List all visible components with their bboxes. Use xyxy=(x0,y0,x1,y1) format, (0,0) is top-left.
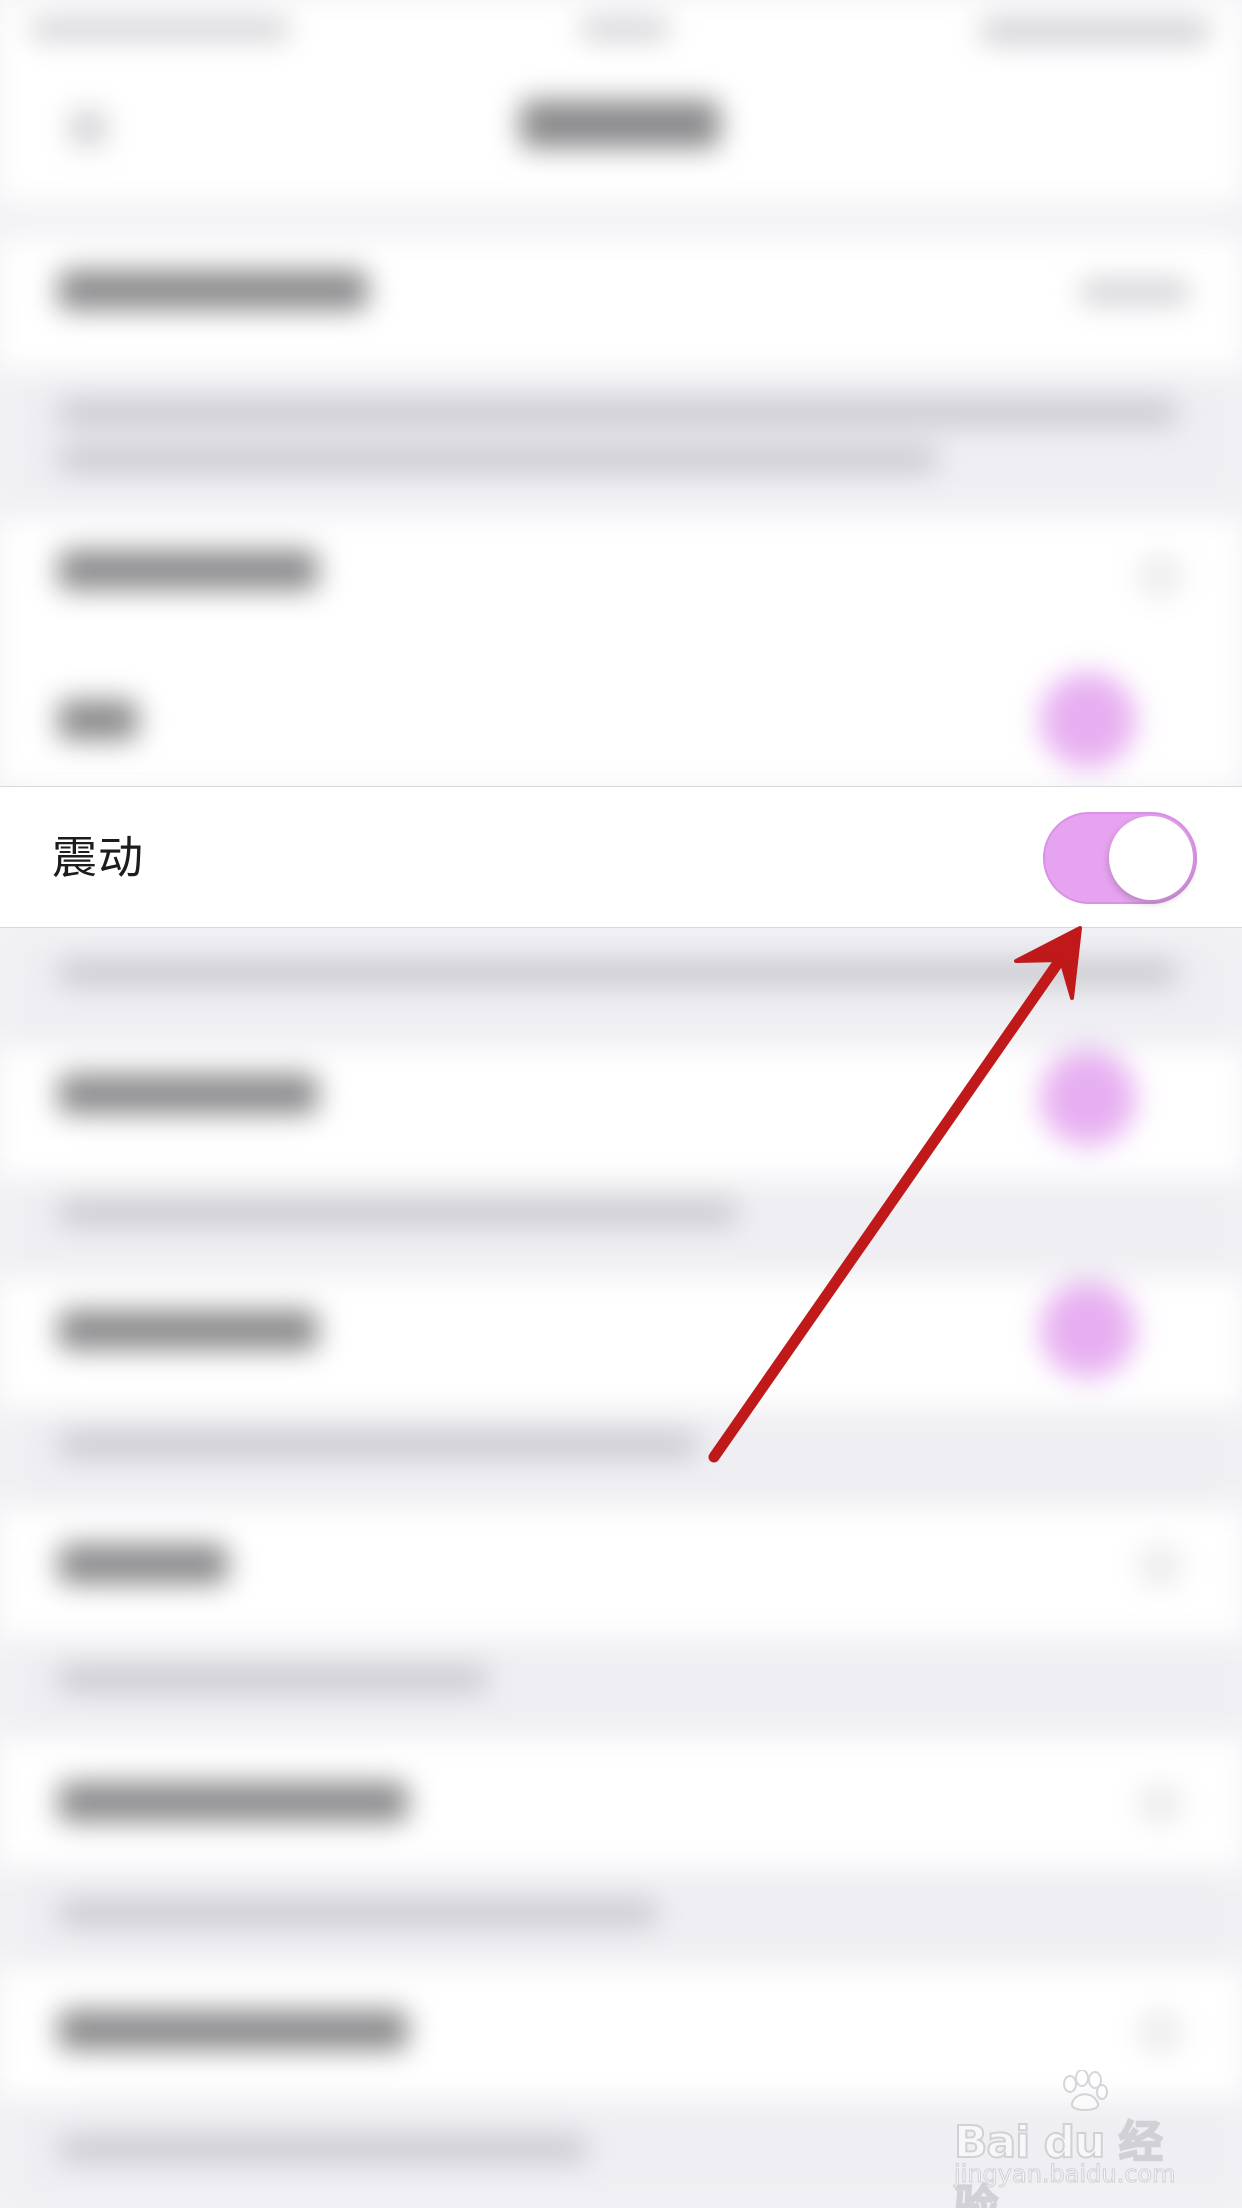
vibrate-toggle[interactable] xyxy=(1043,812,1197,904)
row-4-footer-line xyxy=(58,960,1178,986)
status-bar-carrier xyxy=(30,18,290,40)
chevron-right-icon xyxy=(1140,1546,1180,1586)
row-5-footer xyxy=(0,1178,1242,1278)
blurred-background xyxy=(0,0,1242,2208)
watermark-brand: Bai du 经验 xyxy=(953,2116,1164,2208)
chevron-right-icon xyxy=(1140,1784,1180,1824)
watermark-url: jingyan.baidu.com xyxy=(953,2160,1176,2189)
nav-title xyxy=(520,100,720,148)
row-3-label xyxy=(58,700,138,740)
row-8-footer-line xyxy=(58,1900,658,1926)
status-bar-battery xyxy=(980,18,1210,44)
row-3-toggle xyxy=(1040,672,1136,768)
status-bar-time xyxy=(580,18,670,40)
row-6-label xyxy=(58,1310,318,1350)
row-1-value xyxy=(1080,280,1190,304)
row-6-footer-line xyxy=(58,1432,698,1458)
row-5-label xyxy=(58,1074,318,1114)
vibrate-label: 震动 xyxy=(52,831,145,884)
row-divider xyxy=(58,786,1242,787)
toggle-knob xyxy=(1109,816,1193,900)
row-1-footer xyxy=(0,370,1242,510)
baidu-watermark: Bai du 经验 jingyan.baidu.com xyxy=(950,2068,1190,2208)
row-4-footer xyxy=(0,928,1242,1048)
row-5-footer-line xyxy=(58,1200,738,1226)
chevron-right-icon xyxy=(1140,2012,1180,2052)
chevron-right-icon xyxy=(1140,556,1180,596)
row-8-label xyxy=(58,1782,408,1822)
row-7-footer-line xyxy=(58,1666,488,1692)
back-arrow-icon xyxy=(70,110,106,146)
row-5-toggle xyxy=(1040,1050,1136,1146)
row-1-footer-line-1 xyxy=(58,400,1178,426)
row-7-label xyxy=(58,1544,228,1584)
row-1-footer-line-2 xyxy=(58,446,938,472)
row-1-label xyxy=(58,270,368,310)
row-2-label xyxy=(58,550,318,590)
row-9-footer-line xyxy=(58,2136,588,2162)
row-9-label xyxy=(58,2010,408,2050)
row-6-toggle xyxy=(1040,1282,1136,1378)
row-6-footer xyxy=(0,1408,1242,1508)
settings-screen: 震动 Bai du 经验 jingyan.baidu.com xyxy=(0,0,1242,2208)
